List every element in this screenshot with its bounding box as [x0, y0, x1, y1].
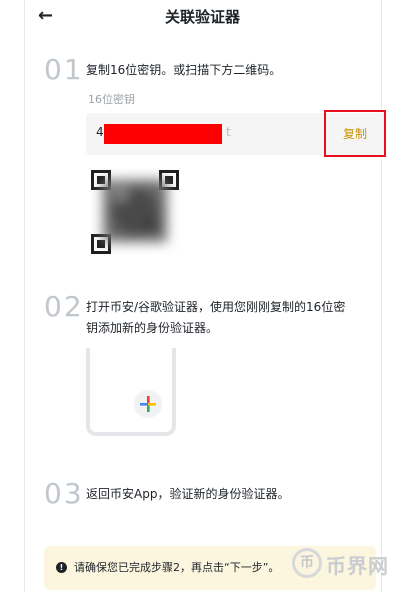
step-text-02-line2: 钥添加新的身份验证器。	[86, 321, 219, 335]
header: ← 关联验证器	[0, 0, 405, 34]
qr-code	[89, 168, 181, 256]
step-text-03: 返回币安App，验证新的身份验证器。	[86, 487, 290, 501]
page-left-border	[24, 0, 25, 592]
watermark-logo-icon: 币	[292, 548, 322, 578]
copy-button-highlight	[324, 110, 386, 157]
step-number-02: 02	[44, 290, 84, 323]
step-number-01: 01	[44, 53, 84, 86]
secret-key-suffix: t	[226, 125, 231, 139]
page-title: 关联验证器	[164, 8, 240, 26]
secret-key-prefix: 4	[96, 125, 104, 139]
step-number-03: 03	[44, 477, 84, 510]
add-plus-icon[interactable]	[134, 390, 162, 418]
secret-key-redaction	[104, 124, 222, 144]
key-label: 16位密钥	[88, 93, 135, 106]
step-text-01: 复制16位密钥。或扫描下方二维码。	[86, 63, 282, 77]
watermark-text: 币界网	[326, 554, 389, 578]
page-right-border	[381, 0, 382, 592]
phone-illustration	[86, 348, 176, 436]
info-icon: !	[56, 562, 67, 573]
step-text-02-line1: 打开币安/谷歌验证器，使用您刚刚复制的16位密	[86, 300, 346, 314]
notice-text: 请确保您已完成步骤2，再点击“下一步”。	[74, 561, 280, 574]
